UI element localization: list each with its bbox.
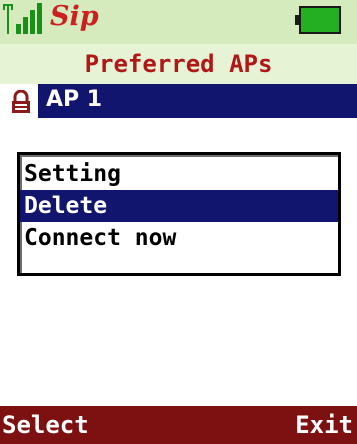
select-softkey[interactable]: Select <box>2 406 89 444</box>
signal-strength-icon <box>3 3 42 34</box>
page-title: Preferred APs <box>0 44 357 84</box>
menu-item-connect-now[interactable]: Connect now <box>20 222 338 254</box>
options-menu: Setting Delete Connect now <box>17 152 341 276</box>
battery-icon <box>295 6 341 34</box>
lock-icon <box>12 90 30 113</box>
exit-softkey[interactable]: Exit <box>295 406 353 444</box>
menu-item-delete[interactable]: Delete <box>20 190 338 222</box>
menu-item-setting[interactable]: Setting <box>20 158 338 190</box>
status-bar: Sip <box>0 0 357 44</box>
list-item-label: AP 1 <box>46 87 103 112</box>
list-item-ap[interactable]: AP 1 <box>0 84 357 118</box>
softkey-bar: Select Exit <box>0 406 357 444</box>
sip-icon: Sip <box>50 1 99 32</box>
